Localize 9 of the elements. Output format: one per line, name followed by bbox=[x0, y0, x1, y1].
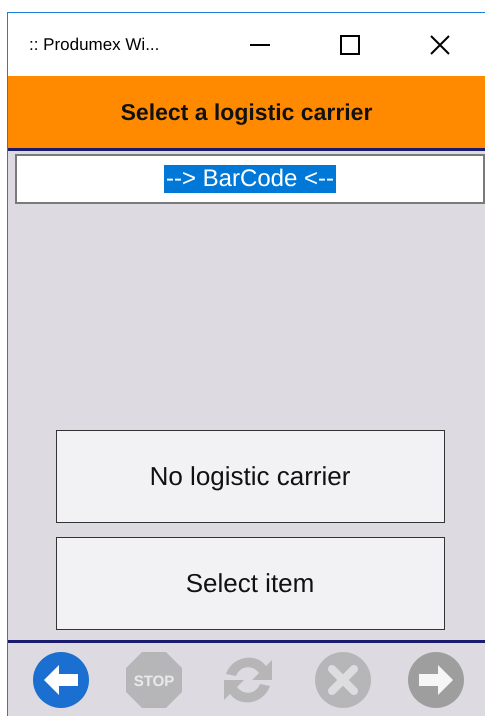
window-title: :: Produmex Wi... bbox=[28, 34, 160, 54]
close-icon bbox=[430, 34, 450, 54]
option-button[interactable]: No logistic carrier bbox=[56, 430, 444, 523]
maximize-icon bbox=[340, 34, 360, 54]
minimize-icon bbox=[249, 44, 271, 46]
page-title: Select a logistic carrier bbox=[120, 98, 372, 126]
barcode-field[interactable]: --> BarCode <-- bbox=[15, 154, 485, 204]
cancel-icon bbox=[314, 650, 372, 708]
option-button[interactable]: Select item bbox=[56, 537, 444, 630]
